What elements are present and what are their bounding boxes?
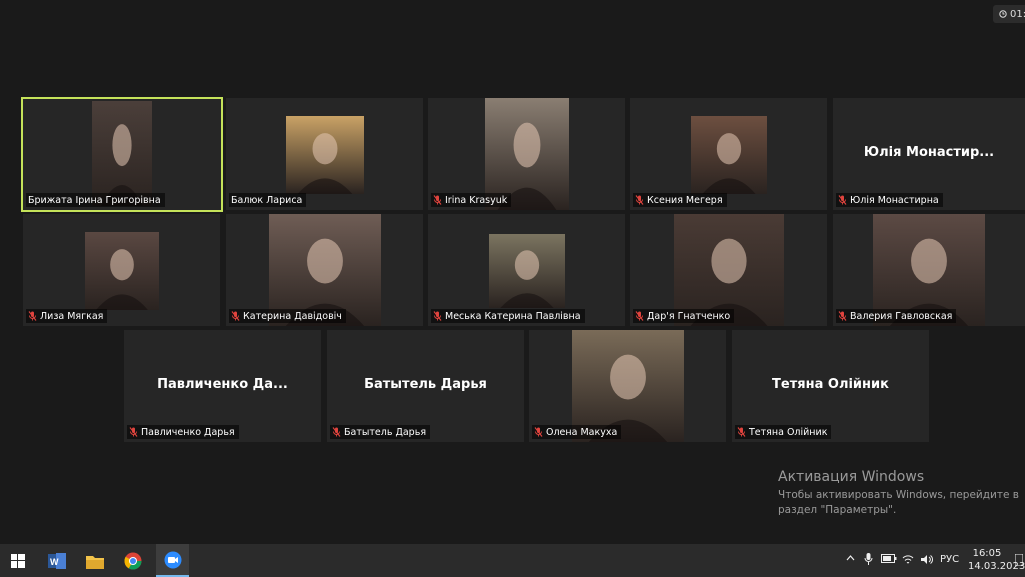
- meeting-timer: 01:0: [993, 5, 1025, 23]
- participant-silhouette: [101, 124, 143, 206]
- participant-silhouette: [297, 133, 352, 194]
- participant-name: Тетяна Олійник: [749, 426, 828, 438]
- participant-name-label: Павличенко Дарья: [127, 425, 239, 439]
- mic-muted-icon: [332, 427, 341, 437]
- participant-name-label: Валерия Гавловская: [836, 309, 957, 323]
- participant-name-label: Брижата Ірина Григорівна: [26, 193, 165, 207]
- participant-name: Балюк Лариса: [231, 194, 303, 206]
- participant-name: Катерина Давідовіч: [243, 310, 342, 322]
- participant-name: Юлія Монастирна: [850, 194, 939, 206]
- mic-muted-icon: [231, 311, 240, 321]
- participant-name: Брижата Ірина Григорівна: [28, 194, 161, 206]
- file-explorer-icon[interactable]: [83, 549, 107, 573]
- participant-display-name: Батытель Дарья: [364, 377, 487, 392]
- participant-name-label: Меська Катерина Павлівна: [431, 309, 585, 323]
- participant-tile[interactable]: Тетяна Олійник Тетяна Олійник: [732, 330, 929, 442]
- participant-name-label: Балюк Лариса: [229, 193, 307, 207]
- timer-text: 01:0: [1010, 8, 1025, 20]
- participant-video: [690, 116, 767, 194]
- mic-muted-icon: [433, 195, 442, 205]
- language-indicator[interactable]: РУС: [940, 554, 959, 565]
- participant-video: [488, 234, 565, 308]
- participant-tile[interactable]: Меська Катерина Павлівна: [428, 214, 625, 326]
- participant-tile[interactable]: Дар'я Гнатченко: [630, 214, 827, 326]
- microphone-icon[interactable]: [864, 553, 873, 568]
- volume-icon[interactable]: [920, 554, 933, 568]
- word-icon[interactable]: W: [45, 549, 69, 573]
- participant-name: Лиза Мягкая: [40, 310, 104, 322]
- mic-muted-icon: [838, 311, 847, 321]
- participant-tile[interactable]: Брижата Ірина Григорівна: [21, 97, 223, 212]
- wifi-icon[interactable]: [902, 554, 914, 568]
- participant-name: Меська Катерина Павлівна: [445, 310, 581, 322]
- participant-silhouette: [499, 250, 554, 308]
- participant-name-label: Лиза Мягкая: [26, 309, 108, 323]
- participant-tile[interactable]: Балюк Лариса: [226, 98, 423, 210]
- participant-video: [285, 116, 364, 194]
- participant-tile[interactable]: Олена Макуха: [529, 330, 726, 442]
- zoom-icon[interactable]: [156, 544, 189, 577]
- participant-name-label: Юлія Монастирна: [836, 193, 943, 207]
- mic-muted-icon: [635, 311, 644, 321]
- participant-silhouette: [95, 249, 148, 310]
- participant-silhouette: [701, 133, 756, 194]
- mic-muted-icon: [635, 195, 644, 205]
- chrome-icon[interactable]: [121, 549, 145, 573]
- participant-display-name: Юлія Монастир...: [863, 145, 995, 160]
- notifications-icon[interactable]: [1014, 553, 1024, 569]
- windows-start-icon[interactable]: [6, 549, 30, 573]
- activation-text: Чтобы активировать Windows, перейдите в …: [778, 489, 1019, 516]
- participant-name-label: Тетяна Олійник: [735, 425, 832, 439]
- participant-tile[interactable]: Катерина Давідовіч: [226, 214, 423, 326]
- participant-name-label: Ксения Мегеря: [633, 193, 727, 207]
- clock-date: 14.03.2023: [968, 561, 1025, 572]
- clock-time: 16:05: [972, 548, 1002, 559]
- taskbar: W РУС 16:05 14.03.2023: [0, 544, 1025, 577]
- battery-icon[interactable]: [881, 554, 897, 566]
- participant-display-name: Павличенко Да...: [157, 377, 288, 392]
- mic-muted-icon: [534, 427, 543, 437]
- participant-name-label: Катерина Давідовіч: [229, 309, 346, 323]
- participant-tile[interactable]: Лиза Мягкая: [23, 214, 220, 326]
- participant-name: Батытель Дарья: [344, 426, 427, 438]
- participant-name: Павличенко Дарья: [141, 426, 235, 438]
- participant-name: Олена Макуха: [546, 426, 618, 438]
- mic-muted-icon: [28, 311, 37, 321]
- participant-tile[interactable]: Валерия Гавловская: [833, 214, 1025, 326]
- participant-tile[interactable]: Юлія Монастир... Юлія Монастирна: [833, 98, 1025, 210]
- participant-tile[interactable]: Павличенко Да... Павличенко Дарья: [124, 330, 321, 442]
- mic-muted-icon: [129, 427, 138, 437]
- participant-display-name: Тетяна Олійник: [772, 377, 889, 392]
- participant-name-label: Irina Krasyuk: [431, 193, 512, 207]
- participant-tile[interactable]: Irina Krasyuk: [428, 98, 625, 210]
- participant-name: Irina Krasyuk: [445, 194, 508, 206]
- mic-muted-icon: [433, 311, 442, 321]
- clock[interactable]: 16:05 14.03.2023: [968, 547, 1025, 573]
- participant-name: Валерия Гавловская: [850, 310, 953, 322]
- clock-icon: [999, 10, 1007, 18]
- participant-name: Ксения Мегеря: [647, 194, 723, 206]
- activation-title: Активация Windows: [778, 469, 925, 485]
- participant-name-label: Батытель Дарья: [330, 425, 431, 439]
- participant-tile[interactable]: Батытель Дарья Батытель Дарья: [327, 330, 524, 442]
- participant-name: Дар'я Гнатченко: [647, 310, 731, 322]
- participant-video: [84, 232, 159, 310]
- mic-muted-icon: [737, 427, 746, 437]
- svg-text:W: W: [50, 557, 59, 567]
- show-hidden-icons[interactable]: [846, 554, 855, 565]
- mic-muted-icon: [838, 195, 847, 205]
- participant-video: [92, 101, 152, 206]
- participant-tile[interactable]: Ксения Мегеря: [630, 98, 827, 210]
- participant-name-label: Олена Макуха: [532, 425, 622, 439]
- participant-name-label: Дар'я Гнатченко: [633, 309, 735, 323]
